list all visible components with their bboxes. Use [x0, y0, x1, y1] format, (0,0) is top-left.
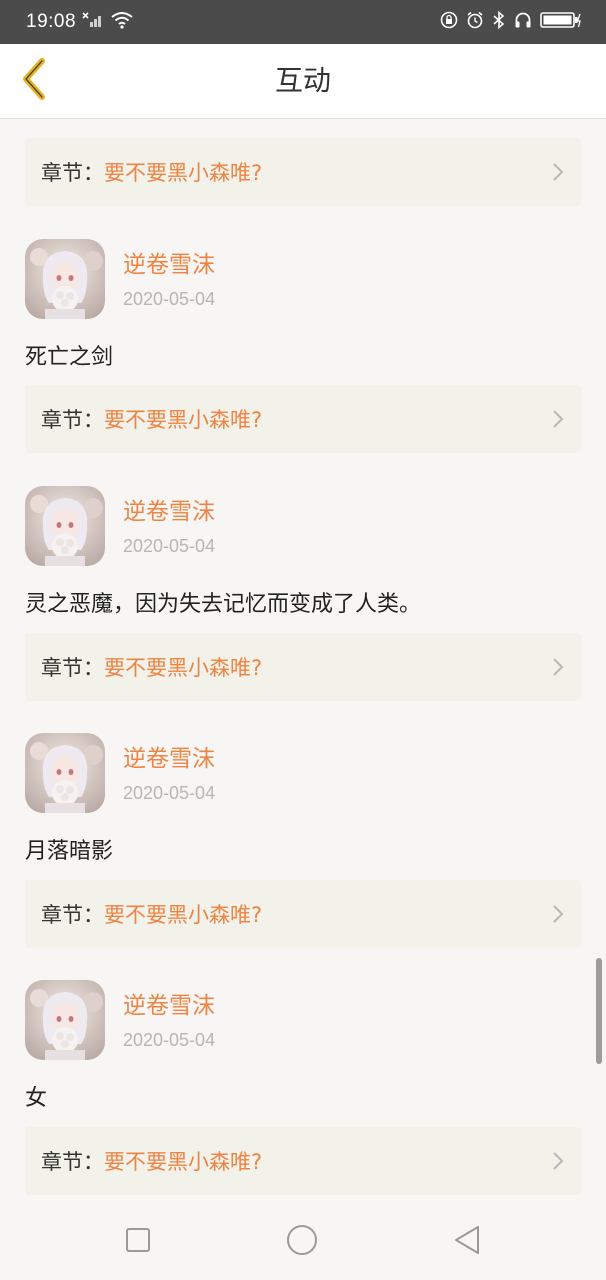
chapter-title: 要不要黑小森唯?	[104, 903, 263, 927]
comment-text: 死亡之剑	[25, 345, 114, 370]
system-nav-bar	[0, 1200, 606, 1280]
comment-date: 2020-05-04	[123, 1030, 216, 1050]
avatar[interactable]	[25, 239, 105, 319]
comment-text: 月落暗影	[25, 839, 114, 864]
chapter-title: 要不要黑小森唯?	[104, 161, 263, 185]
battery-charging-icon	[540, 11, 582, 33]
chapter-prefix: 章节：	[41, 408, 104, 432]
back-triangle-icon[interactable]	[450, 1222, 486, 1258]
chevron-right-icon	[551, 161, 565, 183]
username[interactable]: 逆卷雪沫	[123, 492, 215, 526]
recent-apps-icon[interactable]	[120, 1222, 156, 1258]
chevron-right-icon	[551, 408, 565, 430]
interaction-list[interactable]: 章节： 要不要黑小森唯? 逆卷雪沫 2020-05-04 死亡之剑 章节： 要不…	[0, 119, 606, 1200]
avatar[interactable]	[25, 486, 105, 566]
chapter-link[interactable]: 章节： 要不要黑小森唯?	[25, 138, 581, 206]
status-time: 19:08	[26, 11, 77, 32]
bluetooth-icon	[492, 10, 506, 33]
chapter-prefix: 章节：	[41, 161, 104, 185]
chapter-link[interactable]: 章节： 要不要黑小森唯?	[25, 880, 581, 948]
status-left: 19:08	[26, 11, 134, 33]
home-icon[interactable]	[284, 1222, 320, 1258]
username[interactable]: 逆卷雪沫	[123, 739, 215, 773]
chevron-right-icon	[551, 903, 565, 925]
comment-date: 2020-05-04	[123, 783, 216, 803]
comment-text: 女	[25, 1086, 48, 1111]
alarm-icon	[466, 11, 484, 33]
nav-bar: 互动	[0, 44, 606, 119]
chapter-title: 要不要黑小森唯?	[104, 408, 263, 432]
username[interactable]: 逆卷雪沫	[123, 245, 215, 279]
comment-text: 灵之恶魔，因为失去记忆而变成了人类。	[25, 592, 422, 617]
page-title: 互动	[274, 64, 331, 97]
status-right	[440, 10, 582, 33]
chevron-right-icon	[551, 1150, 565, 1172]
no-signal-icon	[82, 11, 104, 33]
scrollbar[interactable]	[596, 958, 602, 1064]
headphones-icon	[514, 11, 532, 33]
chapter-title: 要不要黑小森唯?	[104, 656, 263, 680]
username[interactable]: 逆卷雪沫	[123, 986, 215, 1020]
avatar[interactable]	[25, 980, 105, 1060]
chapter-title: 要不要黑小森唯?	[104, 1150, 263, 1174]
chapter-link[interactable]: 章节： 要不要黑小森唯?	[25, 385, 581, 453]
chapter-prefix: 章节：	[41, 903, 104, 927]
comment-date: 2020-05-04	[123, 289, 216, 309]
comment-date: 2020-05-04	[123, 536, 216, 556]
wifi-icon	[110, 11, 134, 33]
status-bar: 19:08	[0, 0, 606, 44]
chapter-link[interactable]: 章节： 要不要黑小森唯?	[25, 633, 581, 701]
chevron-right-icon	[551, 656, 565, 678]
avatar[interactable]	[25, 733, 105, 813]
chapter-link[interactable]: 章节： 要不要黑小森唯?	[25, 1127, 581, 1195]
chapter-prefix: 章节：	[41, 656, 104, 680]
chapter-prefix: 章节：	[41, 1150, 104, 1174]
app-screen: 19:08 互动 章节： 要不要黑小森唯? 逆卷雪沫 2020-05-04 死亡…	[0, 0, 606, 1280]
lock-rotation-icon	[440, 11, 458, 33]
